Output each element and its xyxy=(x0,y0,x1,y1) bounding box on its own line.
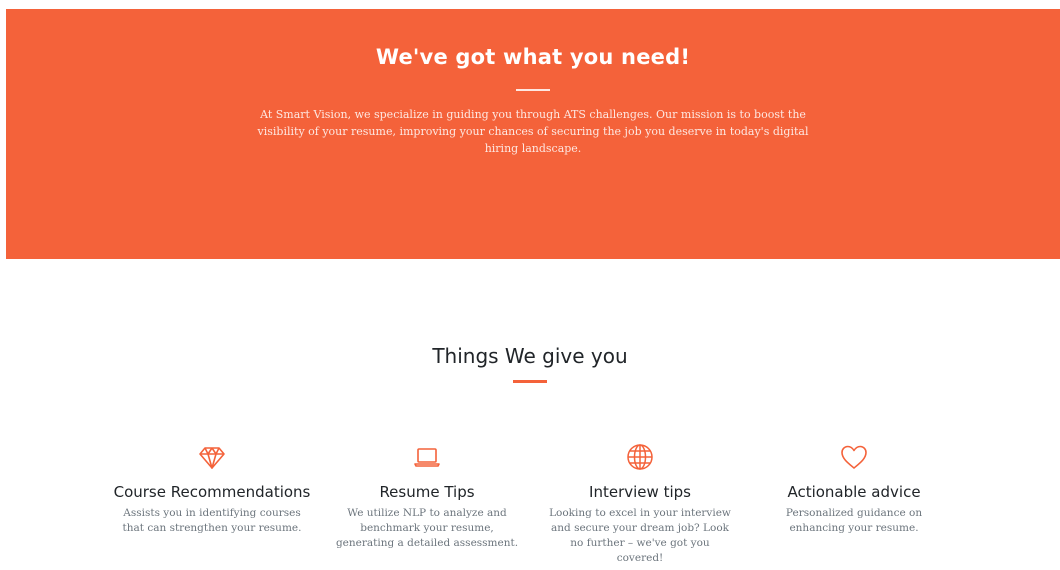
hero-section: We've got what you need! At Smart Vision… xyxy=(6,9,1060,259)
services-divider xyxy=(513,380,547,383)
globe-icon xyxy=(625,442,655,472)
feature-resume-tips: Resume Tips We utilize NLP to analyze an… xyxy=(327,442,527,551)
laptop-icon xyxy=(412,442,442,472)
feature-interview-tips: Interview tips Looking to excel in your … xyxy=(540,442,740,566)
hero-description: At Smart Vision, we specialize in guidin… xyxy=(257,108,809,155)
services-section: Things We give you Course Recommendation… xyxy=(0,259,1060,570)
feature-title: Course Recommendations xyxy=(113,483,311,501)
feature-actionable-advice: Actionable advice Personalized guidance … xyxy=(754,442,954,536)
feature-title: Actionable advice xyxy=(787,483,921,501)
hero-title: We've got what you need! xyxy=(375,45,691,69)
gem-icon xyxy=(197,442,227,472)
heart-icon xyxy=(839,442,869,472)
feature-description: Personalized guidance on enhancing your … xyxy=(785,507,923,534)
feature-description: Assists you in identifying courses that … xyxy=(122,507,302,534)
feature-description: We utilize NLP to analyze and benchmark … xyxy=(335,507,519,549)
feature-title: Resume Tips xyxy=(379,483,475,501)
feature-course-recommendations: Course Recommendations Assists you in id… xyxy=(112,442,312,536)
feature-title: Interview tips xyxy=(589,483,691,501)
feature-description: Looking to excel in your interview and s… xyxy=(549,507,731,564)
hero-divider xyxy=(516,89,550,91)
services-title: Things We give you xyxy=(432,344,628,368)
